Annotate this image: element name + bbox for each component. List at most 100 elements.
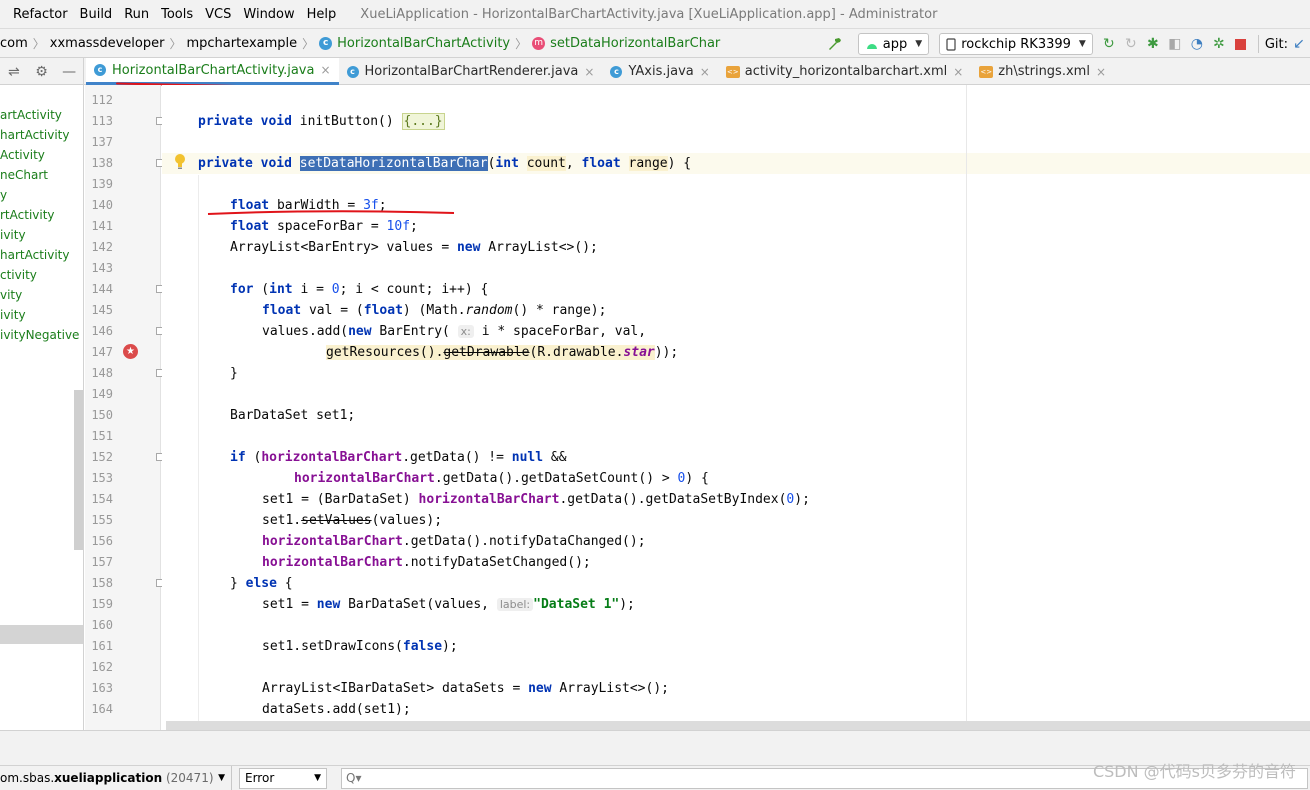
code-text: set1 = (BarDataSet)	[262, 492, 419, 507]
xml-icon: <>	[979, 65, 994, 78]
tab-horizontalbarchartrenderer[interactable]: c HorizontalBarChartRenderer.java ×	[339, 58, 603, 85]
breakpoint-icon[interactable]: ★	[123, 344, 138, 359]
device-select[interactable]: rockchip RK3399 ▼	[939, 33, 1093, 55]
keyword: int	[495, 156, 519, 171]
breadcrumb-xxmassdeveloper[interactable]: xxmassdeveloper	[50, 36, 165, 51]
tree-item[interactable]: neChart	[0, 165, 48, 185]
line-number: 138	[91, 156, 113, 170]
tree-item[interactable]: ivityNegative	[0, 325, 79, 345]
menu-tools[interactable]: Tools	[155, 7, 199, 22]
gear-icon[interactable]: ⚙	[28, 64, 56, 80]
tree-item[interactable]: Activity	[0, 145, 45, 165]
code-text: getResources().	[326, 345, 444, 360]
code-text: i * spaceForBar, val,	[473, 324, 647, 339]
code-text: (	[245, 450, 262, 465]
hammer-build-icon[interactable]	[824, 33, 846, 55]
code-text: ,	[565, 156, 582, 171]
close-icon[interactable]: ×	[584, 65, 594, 79]
code-text: initButton()	[291, 114, 402, 129]
line-number: 137	[91, 135, 113, 149]
code-line-144: for (int i = 0; i < count; i++) {	[230, 279, 488, 300]
code-editor[interactable]: private void initButton() {...} private …	[162, 85, 1310, 730]
tree-item[interactable]: vity	[0, 285, 22, 305]
tree-item[interactable]: ivity	[0, 225, 26, 245]
code-text: );	[794, 492, 810, 507]
folded-region[interactable]: {...}	[401, 113, 445, 130]
chevron-down-icon: ▼	[915, 39, 923, 49]
close-icon[interactable]: ×	[1096, 65, 1106, 79]
code-text: ) {	[685, 471, 709, 486]
code-text: val = (	[301, 303, 364, 318]
code-text: ArrayList<>();	[480, 240, 598, 255]
window-title: XueLiApplication - HorizontalBarChartAct…	[360, 6, 938, 22]
line-number: 154	[91, 492, 113, 506]
debug-icon[interactable]: ✱	[1142, 33, 1164, 55]
tab-horizontalbarchartactivity[interactable]: c HorizontalBarChartActivity.java ×	[86, 58, 339, 85]
code-text: ;	[410, 219, 418, 234]
breadcrumb-mpchartexample[interactable]: mpchartexample	[186, 36, 297, 51]
tab-strings-xml[interactable]: <> zh\strings.xml ×	[971, 58, 1114, 85]
toolbar-divider	[1257, 35, 1259, 53]
attach-process-icon[interactable]: ✲	[1208, 33, 1230, 55]
line-number: 113	[91, 114, 113, 128]
static-field: star	[623, 345, 655, 360]
line-number: 139	[91, 177, 113, 191]
code-line-156: horizontalBarChart.getData().notifyDataC…	[262, 531, 646, 552]
git-label: Git:	[1264, 36, 1288, 52]
process-select[interactable]: om.sbas.xueliapplication (20471) ▼	[0, 765, 232, 790]
tab-activity-horizontalbarchart-xml[interactable]: <> activity_horizontalbarchart.xml ×	[718, 58, 972, 85]
breadcrumb-method[interactable]: m setDataHorizontalBarChar	[532, 36, 720, 51]
close-icon[interactable]: ×	[320, 63, 330, 77]
log-level-select[interactable]: Error ▼	[239, 767, 327, 789]
log-level-label: Error	[245, 771, 275, 785]
horizontal-scrollbar[interactable]	[166, 721, 1310, 730]
code-text: BarEntry(	[371, 324, 458, 339]
code-text: set1.setDrawIcons(	[262, 639, 403, 654]
tab-yaxis[interactable]: c YAxis.java ×	[602, 58, 717, 85]
tree-item[interactable]: ctivity	[0, 265, 37, 285]
menu-help[interactable]: Help	[301, 7, 343, 22]
stop-icon[interactable]	[1230, 33, 1252, 55]
class-icon: c	[94, 64, 106, 76]
process-label: om.sbas.xueliapplication (20471)	[0, 771, 214, 785]
close-icon[interactable]: ×	[700, 65, 710, 79]
apply-code-changes-icon[interactable]: ↻	[1120, 33, 1142, 55]
field-ref: horizontalBarChart	[261, 450, 403, 465]
chevron-down-icon: ▼	[218, 773, 225, 783]
keyword: float	[230, 219, 270, 234]
main-toolbar: app ▼ rockchip RK3399 ▼ ↻ ↻ ✱ ◧ ◔ ✲ Git:…	[824, 29, 1310, 59]
process-prefix: om.sbas.	[0, 771, 55, 785]
code-line-161: set1.setDrawIcons(false);	[262, 636, 458, 657]
keyword: private void	[198, 114, 292, 129]
deprecated-call: getResources().getDrawable(R.drawable.st…	[326, 345, 655, 360]
tree-item[interactable]: ivity	[0, 305, 26, 325]
run-config-select[interactable]: app ▼	[857, 33, 930, 55]
menu-build[interactable]: Build	[74, 7, 119, 22]
line-number: 112	[91, 93, 113, 107]
lightbulb-icon[interactable]	[174, 153, 186, 171]
profile-icon[interactable]: ◔	[1186, 33, 1208, 55]
attach-debugger-icon[interactable]: ◧	[1164, 33, 1186, 55]
close-icon[interactable]: ×	[953, 65, 963, 79]
menu-refactor[interactable]: Refactor	[0, 7, 74, 22]
breadcrumb-label: mpchartexample	[186, 35, 298, 51]
selected-method-name[interactable]: setDataHorizontalBarChar	[299, 156, 488, 171]
menu-run[interactable]: Run	[118, 7, 155, 22]
tree-item[interactable]: rtActivity	[0, 205, 55, 225]
apply-changes-icon[interactable]: ↻	[1098, 33, 1120, 55]
tree-item[interactable]: artActivity	[0, 105, 62, 125]
menu-vcs[interactable]: VCS	[199, 7, 237, 22]
code-text: set1 =	[262, 597, 317, 612]
sidebar-scrollbar[interactable]	[74, 390, 83, 550]
vcs-update-icon[interactable]: ↙	[1288, 33, 1310, 55]
breadcrumb-class[interactable]: c HorizontalBarChartActivity	[319, 36, 510, 51]
hide-icon[interactable]: —	[55, 64, 83, 80]
collapse-all-icon[interactable]: ⇌	[0, 64, 28, 80]
code-text: .getData() !=	[402, 450, 512, 465]
tree-item[interactable]: hartActivity	[0, 245, 69, 265]
tree-item[interactable]: hartActivity	[0, 125, 69, 145]
tree-item[interactable]: y	[0, 185, 7, 205]
menu-window[interactable]: Window	[237, 7, 300, 22]
number-literal: 10f	[386, 219, 411, 234]
breadcrumb-com[interactable]: com	[0, 36, 28, 51]
